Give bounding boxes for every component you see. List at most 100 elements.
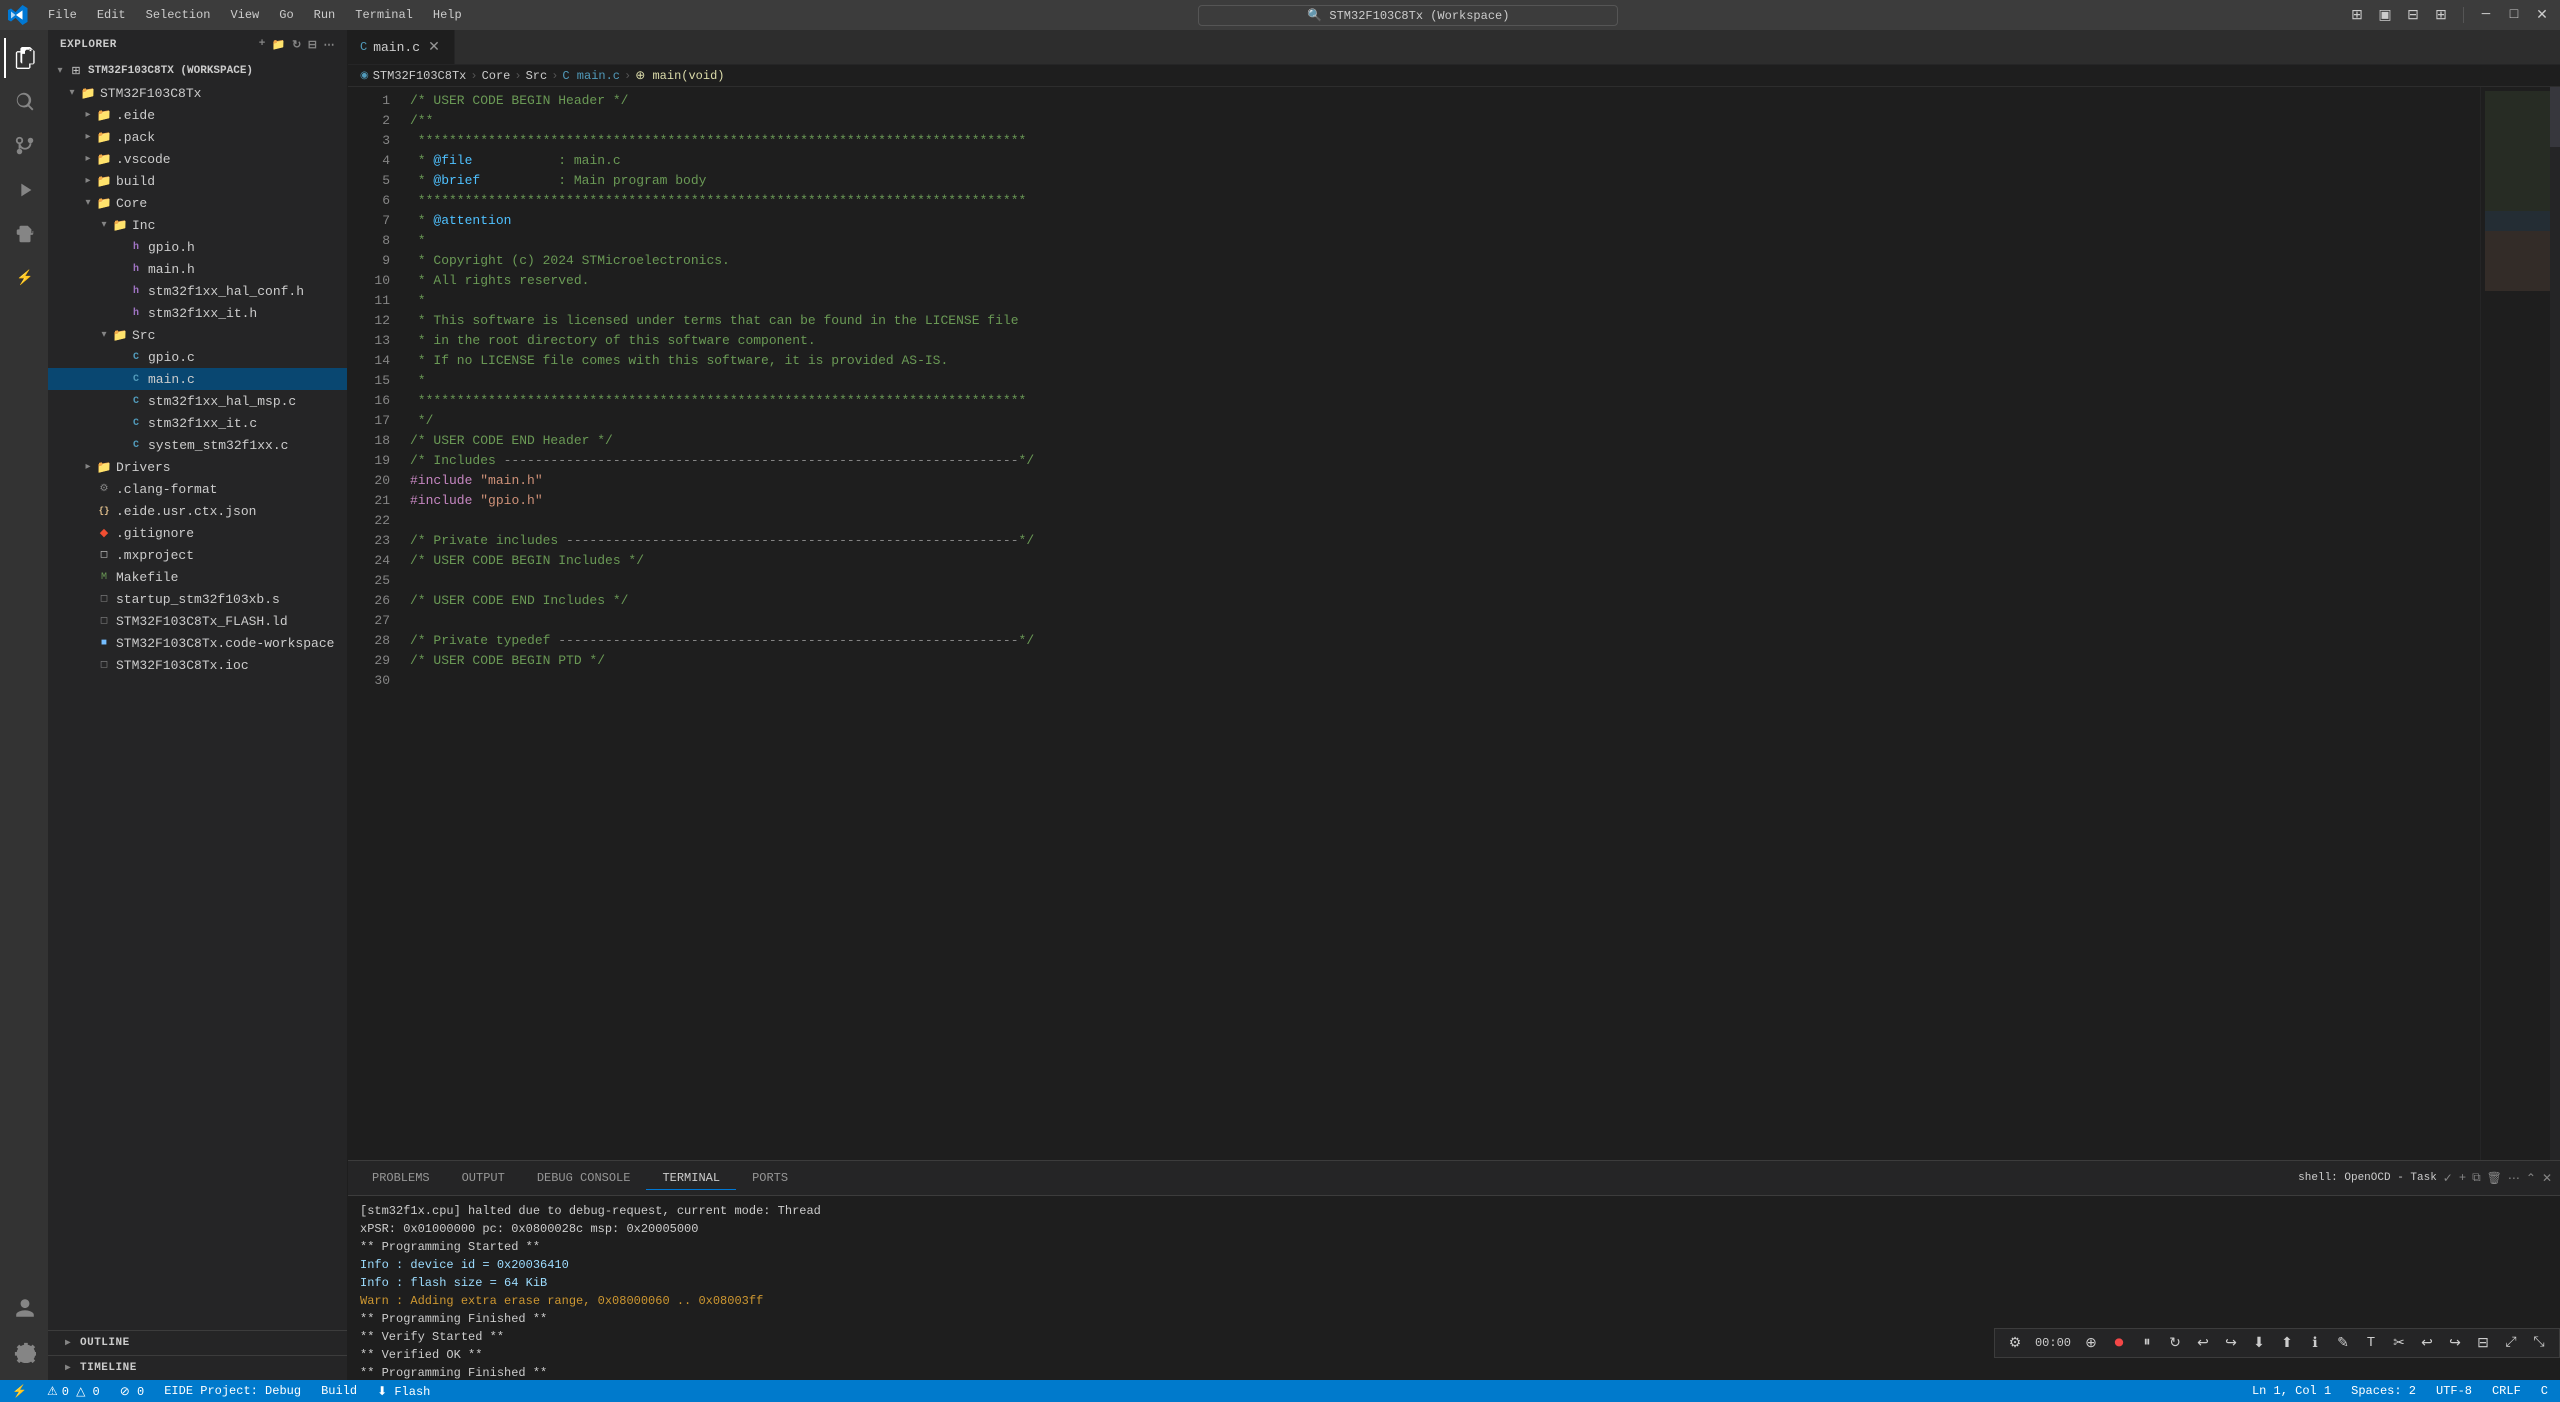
tree-build[interactable]: 📁 build: [48, 170, 347, 192]
status-branch[interactable]: ⚡: [8, 1384, 31, 1399]
layout-split[interactable]: ⊟: [2403, 5, 2423, 25]
tab-debug-console[interactable]: DEBUG CONSOLE: [521, 1167, 647, 1189]
tree-hal-msp-c[interactable]: C stm32f1xx_hal_msp.c: [48, 390, 347, 412]
tree-stm32-root[interactable]: 📁 STM32F103C8Tx: [48, 82, 347, 104]
tree-ioc[interactable]: ◻ STM32F103C8Tx.ioc: [48, 654, 347, 676]
terminal-split[interactable]: ⧉: [2472, 1171, 2481, 1185]
layout-grid[interactable]: ⊞: [2431, 5, 2451, 25]
debug-cut-btn[interactable]: ✂: [2387, 1331, 2411, 1355]
debug-maximize-btn[interactable]: ⤢: [2499, 1331, 2523, 1355]
tree-flash-ld[interactable]: ◻ STM32F103C8Tx_FLASH.ld: [48, 610, 347, 632]
breadcrumb-src[interactable]: Src: [526, 69, 548, 83]
terminal-close[interactable]: ✕: [2542, 1171, 2552, 1186]
activity-explorer[interactable]: [4, 38, 44, 78]
workspace-root[interactable]: ⊞ STM32F103C8TX (WORKSPACE): [48, 60, 347, 82]
tree-inc[interactable]: 📁 Inc: [48, 214, 347, 236]
tree-clang-format[interactable]: ⚙ .clang-format: [48, 478, 347, 500]
menu-help[interactable]: Help: [425, 6, 470, 24]
tree-code-workspace[interactable]: ■ STM32F103C8Tx.code-workspace: [48, 632, 347, 654]
debug-minimize-btn[interactable]: ⤡: [2527, 1331, 2551, 1355]
activity-search[interactable]: [4, 82, 44, 122]
tree-src[interactable]: 📁 Src: [48, 324, 347, 346]
activity-settings[interactable]: [4, 1332, 44, 1372]
activity-source-control[interactable]: [4, 126, 44, 166]
tree-gpio-h[interactable]: h gpio.h: [48, 236, 347, 258]
activity-extensions[interactable]: [4, 214, 44, 254]
terminal-trash[interactable]: 🗑: [2487, 1171, 2502, 1186]
debug-split-btn[interactable]: ⊟: [2471, 1331, 2495, 1355]
status-flash[interactable]: ⬇ Flash: [373, 1384, 434, 1399]
tree-vscode[interactable]: 📁 .vscode: [48, 148, 347, 170]
debug-info-btn[interactable]: ℹ: [2303, 1331, 2327, 1355]
debug-pause-btn[interactable]: ⏸: [2135, 1331, 2159, 1355]
restore-btn[interactable]: □: [2504, 5, 2524, 25]
outline-header[interactable]: OUTLINE: [48, 1331, 347, 1355]
minimize-btn[interactable]: ─: [2476, 5, 2496, 25]
close-btn[interactable]: ✕: [2532, 5, 2552, 25]
tree-makefile[interactable]: M Makefile: [48, 566, 347, 588]
status-ln-col[interactable]: Ln 1, Col 1: [2248, 1384, 2335, 1398]
breadcrumb-function[interactable]: ⊕ main(void): [635, 68, 724, 83]
breadcrumb-stm32[interactable]: STM32F103C8Tx: [373, 69, 467, 83]
debug-edit-var-btn[interactable]: ✎: [2331, 1331, 2355, 1355]
status-eol[interactable]: CRLF: [2488, 1384, 2525, 1398]
activity-account[interactable]: [4, 1288, 44, 1328]
breadcrumb-file[interactable]: C main.c: [562, 69, 620, 83]
status-eide[interactable]: EIDE Project: Debug: [160, 1384, 305, 1398]
status-errors[interactable]: ⚠ 0 △ 0: [43, 1384, 104, 1399]
tree-gpio-c[interactable]: C gpio.c: [48, 346, 347, 368]
activity-run-debug[interactable]: [4, 170, 44, 210]
debug-step-back-btn[interactable]: ↩: [2191, 1331, 2215, 1355]
debug-step-out-btn[interactable]: ⬆: [2275, 1331, 2299, 1355]
tab-output[interactable]: OUTPUT: [446, 1167, 521, 1189]
tree-gitignore[interactable]: ◆ .gitignore: [48, 522, 347, 544]
debug-step-into-btn[interactable]: ⬇: [2247, 1331, 2271, 1355]
debug-text-btn[interactable]: T: [2359, 1331, 2383, 1355]
debug-step-forward-btn[interactable]: ↪: [2219, 1331, 2243, 1355]
status-encoding[interactable]: UTF-8: [2432, 1384, 2476, 1398]
refresh-icon[interactable]: ↻: [292, 38, 302, 52]
breadcrumb-core[interactable]: Core: [482, 69, 511, 83]
status-info[interactable]: ⊘ 0: [116, 1384, 148, 1399]
status-build[interactable]: Build: [317, 1384, 361, 1398]
titlebar-menu[interactable]: File Edit Selection View Go Run Terminal…: [40, 6, 470, 24]
tree-mxproject[interactable]: ◻ .mxproject: [48, 544, 347, 566]
tab-main-c[interactable]: C main.c ✕: [348, 30, 455, 64]
code-area[interactable]: /* USER CODE BEGIN Header */ /** *******…: [398, 87, 2480, 1160]
collapse-icon[interactable]: ⊟: [308, 38, 318, 52]
shell-check[interactable]: ✓: [2443, 1171, 2453, 1186]
tree-it-c[interactable]: C stm32f1xx_it.c: [48, 412, 347, 434]
status-lang[interactable]: C: [2537, 1384, 2552, 1398]
tree-eide-ctx[interactable]: {} .eide.usr.ctx.json: [48, 500, 347, 522]
menu-run[interactable]: Run: [306, 6, 344, 24]
tab-ports[interactable]: PORTS: [736, 1167, 804, 1189]
activity-eide[interactable]: ⚡: [4, 258, 44, 298]
layout-sidebar[interactable]: ▣: [2375, 5, 2395, 25]
debug-restart-btn[interactable]: ↻: [2163, 1331, 2187, 1355]
debug-record-btn[interactable]: ⏺: [2107, 1331, 2131, 1355]
menu-file[interactable]: File: [40, 6, 85, 24]
terminal-add[interactable]: +: [2459, 1171, 2466, 1185]
status-spaces[interactable]: Spaces: 2: [2347, 1384, 2420, 1398]
tree-eide[interactable]: 📁 .eide: [48, 104, 347, 126]
menu-go[interactable]: Go: [271, 6, 301, 24]
debug-undo-btn[interactable]: ↩: [2415, 1331, 2439, 1355]
tree-drivers[interactable]: 📁 Drivers: [48, 456, 347, 478]
tree-startup[interactable]: ◻ startup_stm32f103xb.s: [48, 588, 347, 610]
tree-system-c[interactable]: C system_stm32f1xx.c: [48, 434, 347, 456]
tab-close-btn[interactable]: ✕: [426, 39, 442, 56]
terminal-more[interactable]: ⋯: [2508, 1171, 2520, 1186]
tree-pack[interactable]: 📁 .pack: [48, 126, 347, 148]
layout-toggle[interactable]: ⊞: [2347, 5, 2367, 25]
menu-view[interactable]: View: [222, 6, 267, 24]
tab-problems[interactable]: PROBLEMS: [356, 1167, 446, 1189]
new-folder-icon[interactable]: 📁: [272, 38, 286, 52]
tree-hal-conf-h[interactable]: h stm32f1xx_hal_conf.h: [48, 280, 347, 302]
tree-main-h[interactable]: h main.h: [48, 258, 347, 280]
timeline-header[interactable]: TIMELINE: [48, 1356, 347, 1380]
debug-redo-btn[interactable]: ↪: [2443, 1331, 2467, 1355]
menu-edit[interactable]: Edit: [89, 6, 134, 24]
terminal-maximize[interactable]: ⌃: [2526, 1171, 2536, 1186]
new-file-icon[interactable]: +: [259, 38, 266, 52]
global-search[interactable]: 🔍 STM32F103C8Tx (Workspace): [1198, 5, 1618, 26]
